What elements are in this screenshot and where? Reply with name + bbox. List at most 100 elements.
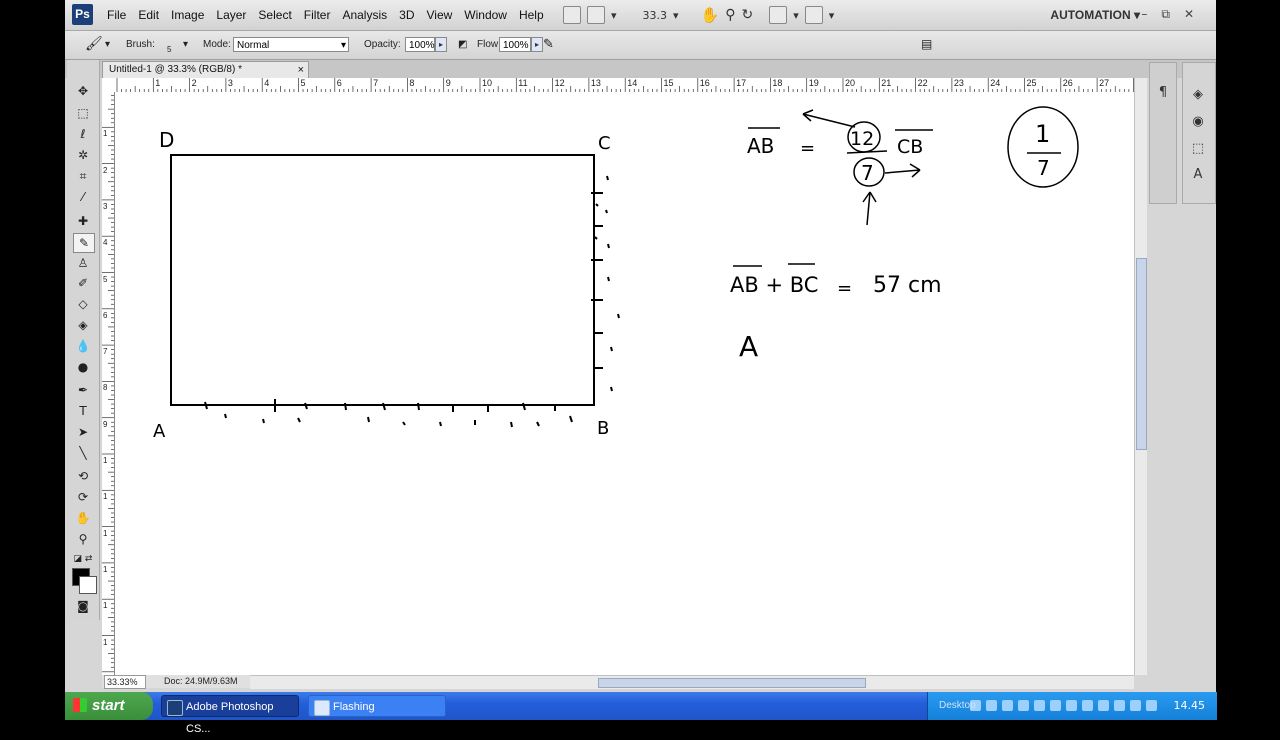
restore-icon[interactable]: ⧉ (1161, 7, 1184, 21)
menu-filter[interactable]: Filter (304, 8, 331, 22)
chevron-down-icon[interactable]: ▾ (793, 9, 799, 22)
vertical-scroll-thumb[interactable] (1136, 258, 1147, 450)
chevron-down-icon[interactable]: ▾ (611, 9, 617, 22)
tray-icon[interactable] (1066, 700, 1077, 711)
dodge-tool-icon[interactable]: ● (73, 358, 93, 376)
tray-icon[interactable] (1146, 700, 1157, 711)
tray-icon[interactable] (986, 700, 997, 711)
zoom-tool-icon[interactable]: ⚲ (725, 7, 735, 23)
paragraph-panel-icon[interactable]: ¶ (1153, 85, 1173, 103)
tray-icon[interactable] (1034, 700, 1045, 711)
brush-panel-icon[interactable]: ▤ (921, 37, 932, 51)
doc-size-info[interactable]: Doc: 24.9M/9.63M (164, 675, 238, 688)
eyedropper-icon[interactable]: ⁄ (73, 188, 93, 206)
workspace-switcher[interactable]: AUTOMATION ▾ (1050, 8, 1140, 22)
vertical-scrollbar[interactable] (1134, 78, 1147, 675)
flow-input[interactable]: 100% (499, 37, 531, 52)
flow-slider-button[interactable]: ▸ (531, 37, 543, 52)
mini-bridge-icon[interactable] (587, 6, 605, 24)
lasso-tool-icon[interactable]: ℓ (73, 125, 93, 143)
channels-panel-icon[interactable]: ◉ (1188, 114, 1208, 132)
paint-bucket-icon[interactable]: ◈ (73, 316, 93, 334)
menu-help[interactable]: Help (519, 8, 544, 22)
blur-tool-icon[interactable]: 💧 (73, 337, 93, 355)
minimize-icon[interactable]: – (1141, 7, 1161, 21)
crop-tool-icon[interactable]: ⌗ (73, 167, 93, 185)
move-tool-icon[interactable]: ✥ (73, 82, 93, 100)
chevron-down-icon[interactable]: ▾ (829, 9, 835, 22)
tray-icon[interactable] (1018, 700, 1029, 711)
paths-panel-icon[interactable]: ⬚ (1188, 141, 1208, 159)
character-panel-icon[interactable]: A (1188, 167, 1208, 185)
desktop-toolbar[interactable]: Desktop (939, 692, 976, 720)
healing-brush-icon[interactable]: ✚ (73, 212, 93, 230)
menu-analysis[interactable]: Analysis (342, 8, 387, 22)
type-tool-icon[interactable]: T (73, 402, 93, 420)
menu-3d[interactable]: 3D (399, 8, 414, 22)
zoom-tool-icon[interactable]: ⚲ (73, 530, 93, 548)
close-icon[interactable]: ✕ (1184, 7, 1208, 21)
bridge-icon[interactable] (563, 6, 581, 24)
default-colors-icon[interactable]: ◪ ⇄ (73, 550, 93, 568)
menu-layer[interactable]: Layer (216, 8, 246, 22)
chevron-down-icon[interactable]: ▾ (673, 9, 679, 22)
task-photoshop[interactable]: Adobe Photoshop CS... (161, 695, 299, 735)
magic-wand-icon[interactable]: ✲ (73, 146, 93, 164)
ps-logo[interactable]: Ps (72, 4, 93, 25)
history-brush-icon[interactable]: ✐ (73, 274, 93, 292)
system-clock[interactable]: 14.45 (1174, 692, 1206, 720)
menu-window[interactable]: Window (464, 8, 507, 22)
3d-orbit-icon[interactable]: ⟳ (73, 488, 93, 506)
handwritten-text: D C A B AB = 12 7 CB 1 7 AB + BC = 57 cm… (153, 120, 1050, 442)
screen-mode-icon[interactable] (804, 6, 823, 24)
start-button[interactable]: start (65, 692, 153, 720)
marquee-tool-icon[interactable]: ⬚ (73, 104, 93, 122)
3d-rotate-icon[interactable]: ⟲ (73, 467, 93, 485)
path-selection-icon[interactable]: ➤ (73, 423, 93, 441)
tray-icon[interactable] (1130, 700, 1141, 711)
layers-panel-icon[interactable]: ◈ (1188, 87, 1208, 105)
brush-tool-icon[interactable]: 🖌 (85, 35, 103, 52)
tray-icon[interactable] (1114, 700, 1125, 711)
mode-select[interactable]: Normal ▾ (233, 37, 349, 52)
zoom-field[interactable]: 33.33% (104, 675, 146, 689)
background-color-swatch[interactable] (79, 576, 97, 594)
menu-select[interactable]: Select (258, 8, 291, 22)
menu-file[interactable]: File (107, 8, 126, 22)
menu-view[interactable]: View (426, 8, 452, 22)
quick-mask-icon[interactable]: ◙ (73, 597, 93, 615)
opacity-slider-button[interactable]: ▸ (435, 37, 447, 52)
ruler-label: 26 (1062, 78, 1073, 88)
opacity-label: Opacity: (364, 39, 401, 50)
hand-tool-icon[interactable]: ✋ (701, 6, 720, 24)
pen-tool-icon[interactable]: ✒ (73, 381, 93, 399)
document-tab[interactable]: Untitled-1 @ 33.3% (RGB/8) * × (102, 61, 309, 78)
tray-icon[interactable] (1082, 700, 1093, 711)
task-flashing[interactable]: Flashing (308, 695, 446, 717)
zoom-level-select[interactable]: 33.3 (643, 9, 668, 22)
airbrush-icon[interactable]: ✎ (543, 36, 554, 52)
brush-tool-icon[interactable]: ✎ (73, 233, 95, 253)
airbrush-toggle-icon[interactable]: ◩ (458, 39, 467, 50)
chevron-down-icon[interactable]: ▾ (105, 39, 110, 50)
line-tool-icon[interactable]: ╲ (73, 444, 93, 462)
rotate-view-icon[interactable]: ↻ (742, 7, 754, 23)
document-canvas[interactable]: D C A B AB = 12 7 CB 1 7 AB + BC = 57 cm… (115, 92, 1137, 675)
chevron-down-icon[interactable]: ▾ (183, 39, 188, 50)
tray-icon[interactable] (1002, 700, 1013, 711)
horizontal-scrollbar[interactable] (250, 675, 1134, 689)
close-icon[interactable]: × (298, 62, 304, 78)
menu-image[interactable]: Image (171, 8, 204, 22)
eraser-icon[interactable]: ◇ (73, 295, 93, 313)
tray-icon[interactable] (1050, 700, 1061, 711)
clone-stamp-icon[interactable]: ♙ (73, 254, 93, 272)
tray-icon[interactable] (1098, 700, 1109, 711)
opacity-input[interactable]: 100% (405, 37, 435, 52)
status-bar: 33.33% Doc: 24.9M/9.63M (102, 675, 250, 689)
ruler-label: 1 (103, 637, 108, 647)
hand-tool-icon[interactable]: ✋ (73, 509, 93, 527)
horizontal-scroll-thumb[interactable] (598, 678, 866, 688)
menu-edit[interactable]: Edit (138, 8, 159, 22)
arrange-documents-icon[interactable] (769, 6, 788, 24)
brush-size[interactable]: 5 (167, 45, 171, 54)
